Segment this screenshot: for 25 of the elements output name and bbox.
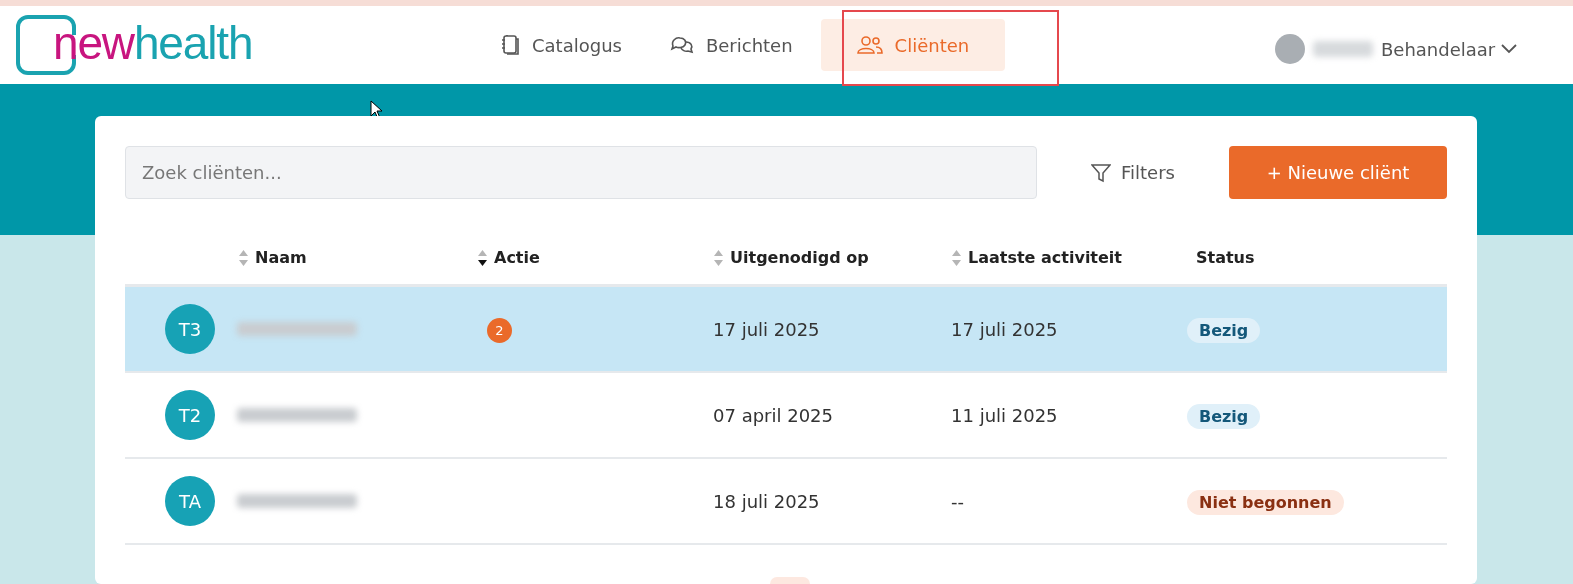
user-menu-button[interactable]: Behandelaar xyxy=(1381,35,1518,63)
date-text: 07 april 2025 xyxy=(713,404,833,426)
client-avatar: TA xyxy=(165,476,215,526)
client-avatar: T3 xyxy=(165,304,215,354)
table-row[interactable]: T3 2 17 juli 2025 17 juli 2025 Bezig xyxy=(125,287,1447,373)
status-badge: Bezig xyxy=(1187,403,1261,429)
date-text: 11 juli 2025 xyxy=(951,404,1058,426)
date-text: -- xyxy=(951,490,964,512)
action-count-badge: 2 xyxy=(487,318,512,344)
column-header[interactable]: Actie xyxy=(494,245,540,270)
client-avatar: T2 xyxy=(165,390,215,440)
nav-tab[interactable]: Catalogus xyxy=(480,19,642,71)
column-header[interactable]: Status xyxy=(1196,245,1255,270)
filters-button[interactable]: Filters xyxy=(1091,146,1175,199)
column-header[interactable]: Naam xyxy=(255,245,307,270)
date-text: 17 juli 2025 xyxy=(713,318,820,340)
date-text: 17 juli 2025 xyxy=(951,318,1058,340)
logo-text: newhealth xyxy=(53,19,253,67)
status-badge: Niet begonnen xyxy=(1187,489,1344,515)
nav-tab[interactable]: Berichten xyxy=(649,19,813,71)
column-header[interactable]: Uitgenodigd op xyxy=(730,245,869,270)
date-text: 18 juli 2025 xyxy=(713,490,820,512)
search-field[interactable]: Zoek cliënten... xyxy=(125,146,1037,199)
column-header[interactable]: Laatste activiteit xyxy=(968,245,1122,270)
status-badge: Bezig xyxy=(1187,317,1261,343)
